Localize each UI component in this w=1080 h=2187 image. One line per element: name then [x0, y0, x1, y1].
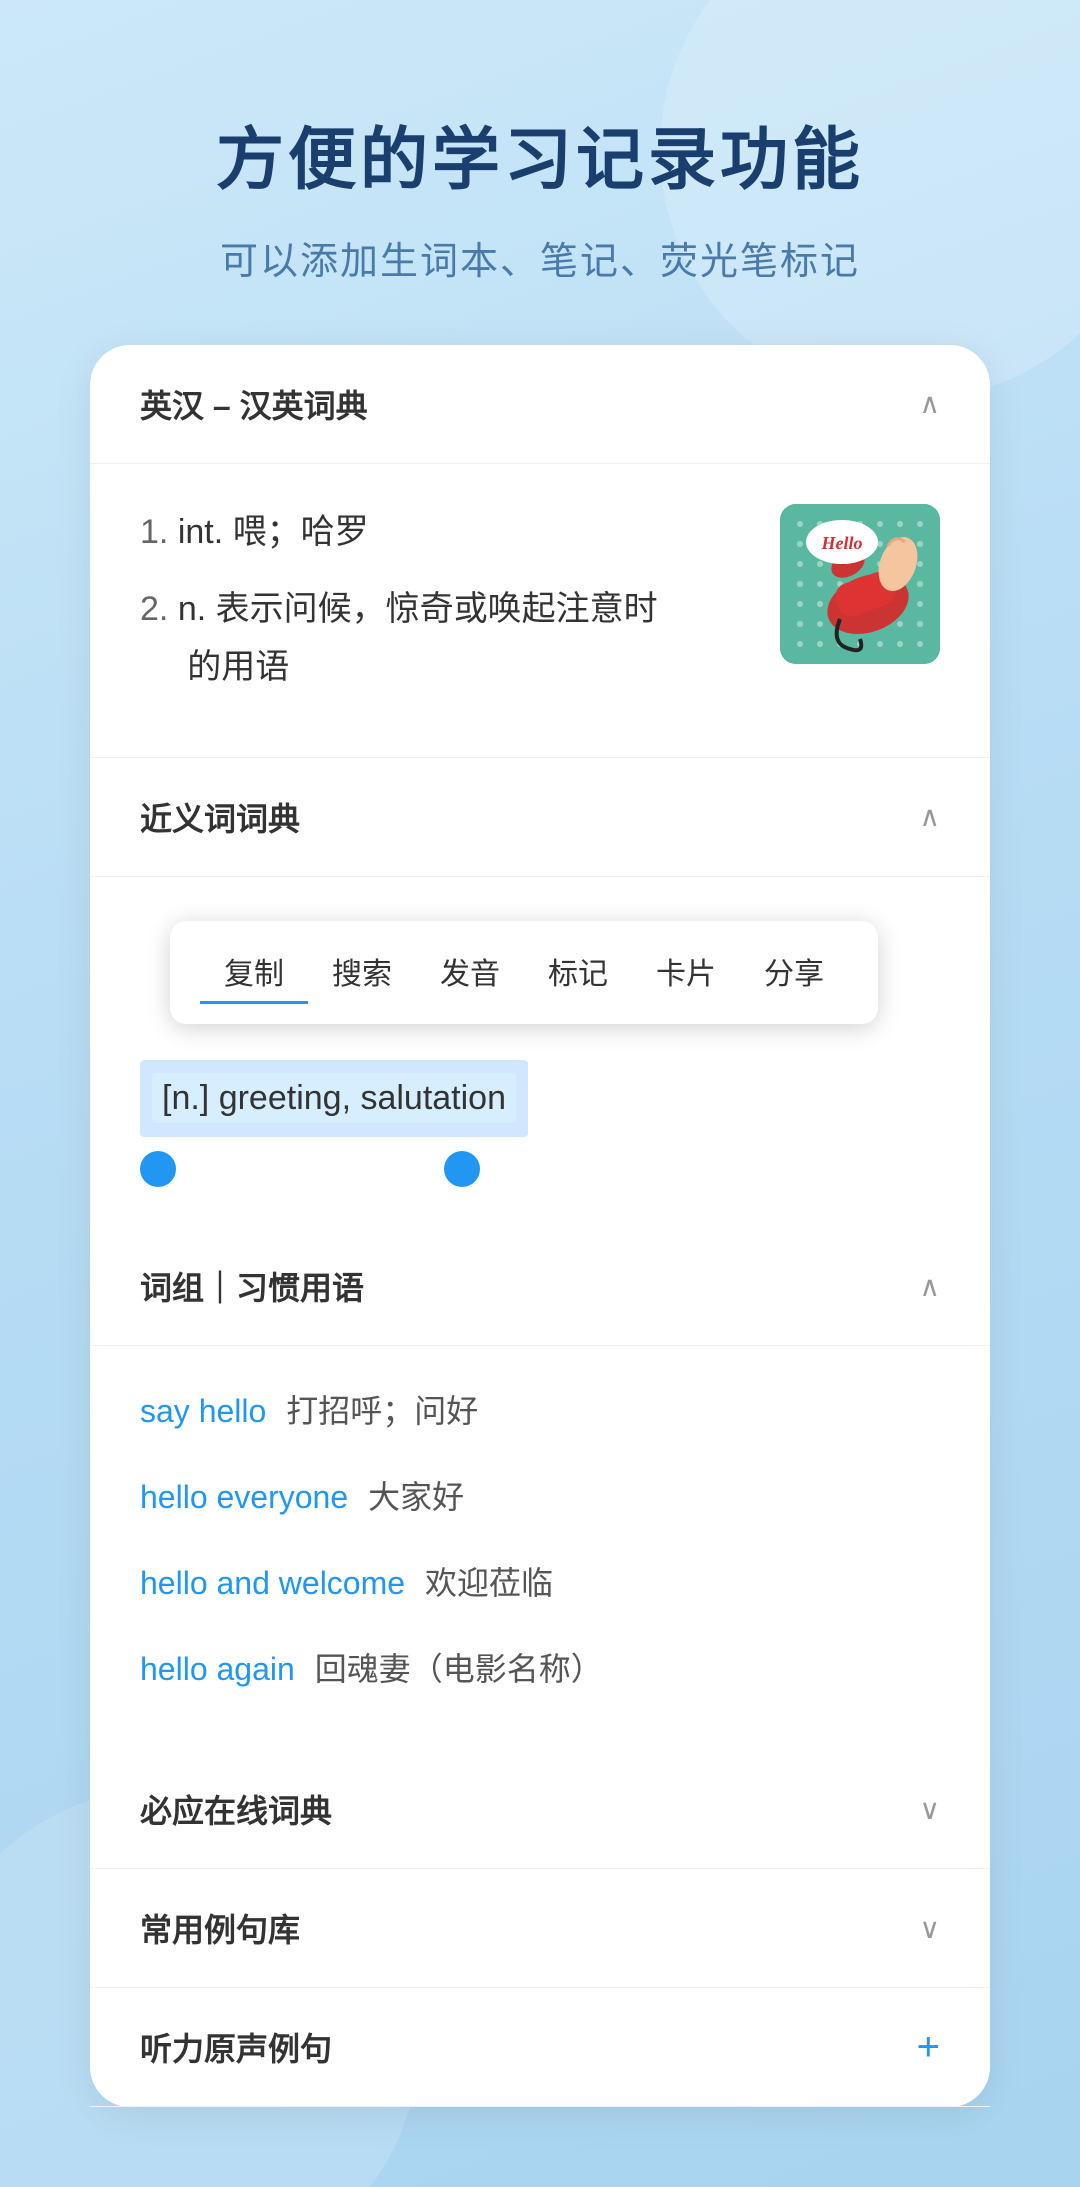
synonyms-section-title: 近义词词典 [140, 794, 300, 840]
synonyms-chevron-up-icon: ∧ [920, 800, 941, 833]
dict-section-header[interactable]: 英汉 – 汉英词典 ∧ [90, 345, 990, 464]
phrase-zh-4: 回魂妻（电影名称） [315, 1644, 603, 1690]
listening-section: 听力原声例句 + [90, 1988, 990, 2107]
synonyms-section-header[interactable]: 近义词词典 ∧ [90, 758, 990, 877]
header-section: 方便的学习记录功能 可以添加生词本、笔记、荧光笔标记 [0, 0, 1080, 345]
context-menu-mark[interactable]: 标记 [524, 941, 632, 1004]
phrase-item-1[interactable]: say hello 打招呼；问好 [140, 1366, 940, 1452]
bing-dict-section: 必应在线词典 ∨ [90, 1750, 990, 1869]
context-menu-card[interactable]: 卡片 [632, 941, 740, 1004]
page-title: 方便的学习记录功能 [60, 120, 1020, 202]
listening-header[interactable]: 听力原声例句 + [90, 1988, 990, 2106]
sentences-section: 常用例句库 ∨ [90, 1869, 990, 1988]
phrases-section-header[interactable]: 词组｜习惯用语 ∧ [90, 1227, 990, 1346]
phrase-en-2: hello everyone [140, 1479, 348, 1516]
dict-def-2: 2. n. 表示问候，惊奇或唤起注意时 的用语 [140, 581, 780, 697]
bing-dict-header[interactable]: 必应在线词典 ∨ [90, 1750, 990, 1868]
dict-def-1: 1. int. 喂；哈罗 [140, 504, 780, 562]
phrase-en-4: hello again [140, 1651, 295, 1688]
context-menu: 复制 搜索 发音 标记 卡片 分享 [170, 921, 878, 1024]
phrase-item-2[interactable]: hello everyone 大家好 [140, 1452, 940, 1538]
sentences-title: 常用例句库 [140, 1905, 300, 1951]
sentences-chevron-icon: ∨ [920, 1912, 941, 1945]
context-menu-search[interactable]: 搜索 [308, 941, 416, 1004]
phrase-zh-1: 打招呼；问好 [286, 1386, 478, 1432]
listening-plus-icon[interactable]: + [917, 2025, 940, 2070]
svg-text:Hello: Hello [821, 533, 863, 553]
phrases-chevron-up-icon: ∧ [920, 1270, 941, 1303]
phrase-item-3[interactable]: hello and welcome 欢迎莅临 [140, 1538, 940, 1624]
bing-dict-title: 必应在线词典 [140, 1786, 332, 1832]
phrase-item-4[interactable]: hello again 回魂妻（电影名称） [140, 1624, 940, 1710]
phrase-en-1: say hello [140, 1393, 266, 1430]
hello-telephone-image: Hello [780, 504, 940, 664]
selection-handle-right[interactable] [444, 1151, 480, 1187]
phrase-zh-2: 大家好 [368, 1472, 464, 1518]
synonym-text: [n.] greeting, salutation [152, 1073, 516, 1123]
main-card: 英汉 – 汉英词典 ∧ 1. int. 喂；哈罗 2. n. 表示问候，惊奇或唤… [90, 345, 990, 2108]
context-menu-share[interactable]: 分享 [740, 941, 848, 1004]
phrases-list: say hello 打招呼；问好 hello everyone 大家好 hell… [90, 1346, 990, 1750]
bing-dict-chevron-icon: ∨ [920, 1793, 941, 1826]
sentences-header[interactable]: 常用例句库 ∨ [90, 1869, 990, 1987]
page-subtitle: 可以添加生词本、笔记、荧光笔标记 [60, 230, 1020, 285]
selection-handles [140, 1151, 480, 1187]
listening-title: 听力原声例句 [140, 2024, 332, 2070]
dict-section-title: 英汉 – 汉英词典 [140, 381, 368, 427]
dict-definitions-list: 1. int. 喂；哈罗 2. n. 表示问候，惊奇或唤起注意时 的用语 [140, 504, 780, 717]
dict-definitions-section: 1. int. 喂；哈罗 2. n. 表示问候，惊奇或唤起注意时 的用语 [90, 464, 990, 758]
phrases-section-title: 词组｜习惯用语 [140, 1263, 364, 1309]
phrase-en-3: hello and welcome [140, 1565, 405, 1602]
context-menu-pronounce[interactable]: 发音 [416, 941, 524, 1004]
context-menu-copy[interactable]: 复制 [200, 941, 308, 1004]
context-menu-container: 复制 搜索 发音 标记 卡片 分享 [90, 877, 990, 1024]
phrase-zh-3: 欢迎莅临 [425, 1558, 553, 1604]
synonym-text-section: [n.] greeting, salutation [90, 1044, 990, 1227]
dict-chevron-up-icon: ∧ [920, 387, 941, 420]
selection-handle-left[interactable] [140, 1151, 176, 1187]
